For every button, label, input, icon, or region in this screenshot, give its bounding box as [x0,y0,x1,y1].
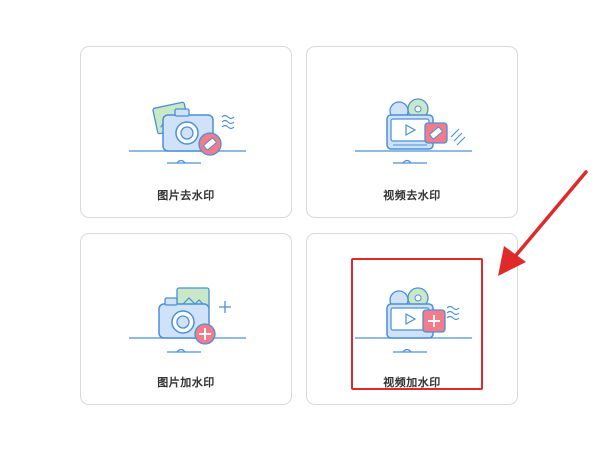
card-label: 图片加水印 [157,376,215,389]
card-label: 图片去水印 [157,189,215,202]
card-add-image-watermark[interactable]: 图片加水印 [80,233,292,405]
card-label: 视频加水印 [383,376,441,389]
camera-plus-icon [129,287,246,353]
video-eraser-icon [355,98,472,164]
camera-eraser-icon [129,101,246,164]
card-remove-image-watermark[interactable]: 图片去水印 [80,46,292,218]
card-remove-video-watermark[interactable]: 视频去水印 [306,46,518,218]
video-plus-icon [355,287,472,353]
card-add-video-watermark[interactable]: 视频加水印 [306,233,518,405]
card-label: 视频去水印 [383,189,441,202]
